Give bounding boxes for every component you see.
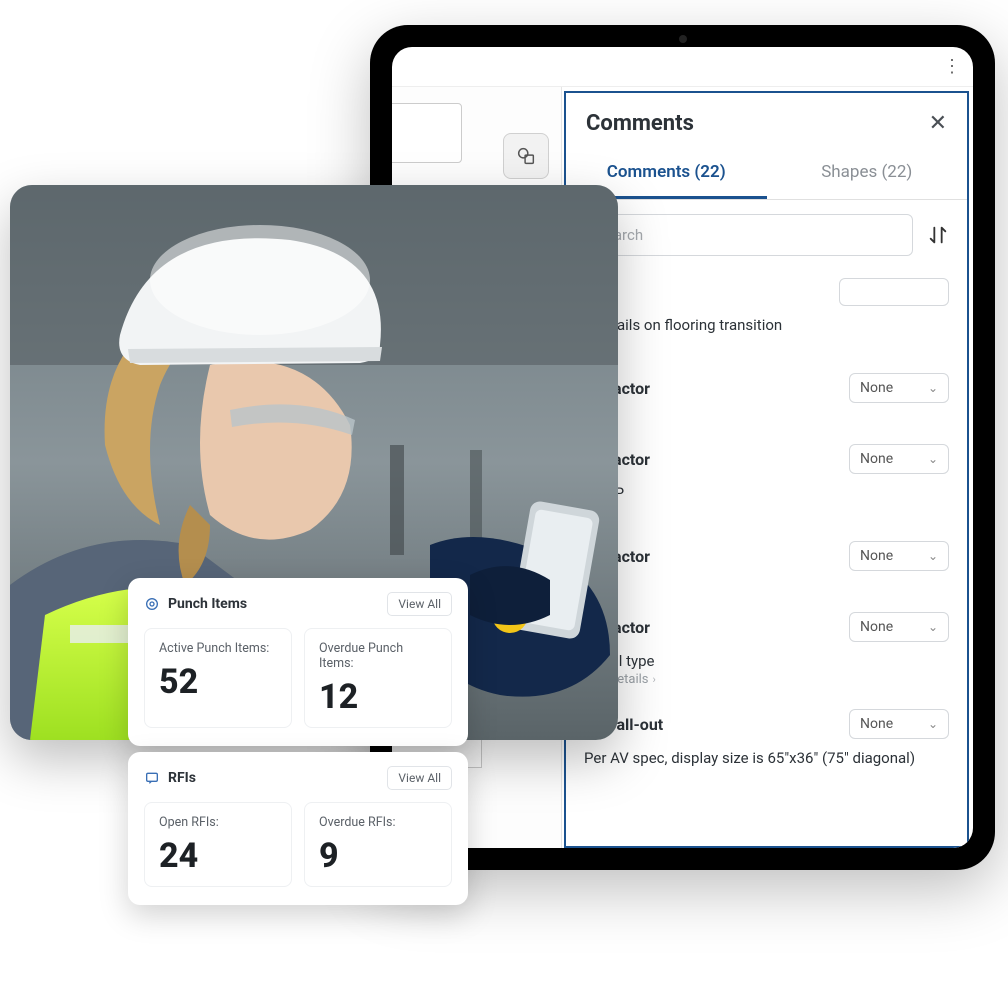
metric-value: 12 xyxy=(319,677,437,717)
rfi-icon xyxy=(144,770,160,786)
comment-body: e RCP xyxy=(584,478,949,504)
chevron-down-icon: ⌄ xyxy=(928,549,938,563)
metric-active-punch: Active Punch Items: 52 xyxy=(144,628,292,728)
comment-item: ontractor None ⌄ e RCP ails› xyxy=(566,434,967,531)
dropdown-value: None xyxy=(860,451,893,467)
assignee-dropdown[interactable]: None ⌄ xyxy=(849,541,949,571)
comment-body: e wall type xyxy=(584,646,949,672)
comment-body: e details on flooring transition xyxy=(584,310,949,336)
chevron-down-icon: ⌄ xyxy=(928,717,938,731)
chevron-down-icon: ⌄ xyxy=(928,452,938,466)
assignee-dropdown[interactable]: None ⌄ xyxy=(849,444,949,474)
comments-list: e details on flooring transition ails› o… xyxy=(566,270,967,846)
card-title: Punch Items xyxy=(144,596,247,612)
shapes-tool-button[interactable] xyxy=(503,133,549,179)
metric-label: Overdue RFIs: xyxy=(319,815,437,830)
search-input[interactable] xyxy=(584,214,913,256)
see-details-link[interactable]: ails› xyxy=(584,336,949,361)
rfis-card: RFIs View All Open RFIs: 24 Overdue RFIs… xyxy=(128,752,468,905)
tablet-camera xyxy=(679,35,687,43)
view-all-button[interactable]: View All xyxy=(387,592,452,616)
panel-tabs: Comments (22) Shapes (22) xyxy=(566,148,967,200)
chevron-down-icon: ⌄ xyxy=(928,620,938,634)
metric-value: 24 xyxy=(159,836,277,876)
see-details-link[interactable]: ails› xyxy=(584,504,949,529)
comment-item: ontractor None ⌄ ails› xyxy=(566,531,967,602)
document-thumbnail[interactable] xyxy=(392,103,462,163)
close-icon[interactable]: ✕ xyxy=(929,111,947,136)
metric-open-rfis: Open RFIs: 24 xyxy=(144,802,292,887)
metric-value: 9 xyxy=(319,836,437,876)
metric-overdue-punch: Overdue Punch Items: 12 xyxy=(304,628,452,728)
chevron-right-icon: › xyxy=(653,673,656,686)
dropdown-partial[interactable] xyxy=(839,278,949,306)
comments-panel: Comments ✕ Comments (22) Shapes (22) xyxy=(564,91,969,848)
see-details-link[interactable]: See Details› xyxy=(584,672,949,697)
comment-body: Per AV spec, display size is 65"x36" (75… xyxy=(584,743,949,769)
metric-value: 52 xyxy=(159,662,277,702)
dropdown-value: None xyxy=(860,548,893,564)
dropdown-value: None xyxy=(860,380,893,396)
comment-item: e details on flooring transition ails› xyxy=(566,270,967,363)
comment-item: ontractor None ⌄ ails› xyxy=(566,363,967,434)
panel-title: Comments xyxy=(586,111,694,136)
chevron-down-icon: ⌄ xyxy=(928,381,938,395)
assignee-dropdown[interactable]: None ⌄ xyxy=(849,612,949,642)
assignee-dropdown[interactable]: None ⌄ xyxy=(849,373,949,403)
punch-icon xyxy=(144,596,160,612)
see-details-link[interactable]: ails› xyxy=(584,575,949,600)
see-details-link[interactable]: ails› xyxy=(584,407,949,432)
comment-item: ontractor None ⌄ e wall type See Details… xyxy=(566,602,967,699)
app-topbar: ⋮ xyxy=(392,47,973,87)
view-all-button[interactable]: View All xyxy=(387,766,452,790)
assignee-dropdown[interactable]: None ⌄ xyxy=(849,709,949,739)
metric-label: Overdue Punch Items: xyxy=(319,641,437,671)
metric-overdue-rfis: Overdue RFIs: 9 xyxy=(304,802,452,887)
dropdown-value: None xyxy=(860,619,893,635)
metric-label: Open RFIs: xyxy=(159,815,277,830)
card-title: RFIs xyxy=(144,770,196,786)
dropdown-value: None xyxy=(860,716,893,732)
tab-shapes[interactable]: Shapes (22) xyxy=(767,148,968,199)
sort-icon[interactable] xyxy=(927,224,949,246)
punch-items-card: Punch Items View All Active Punch Items:… xyxy=(128,578,468,746)
comment-item-callout: Call-out None ⌄ Per AV spec, display siz… xyxy=(566,699,967,771)
more-icon[interactable]: ⋮ xyxy=(943,56,959,77)
metric-label: Active Punch Items: xyxy=(159,641,277,656)
